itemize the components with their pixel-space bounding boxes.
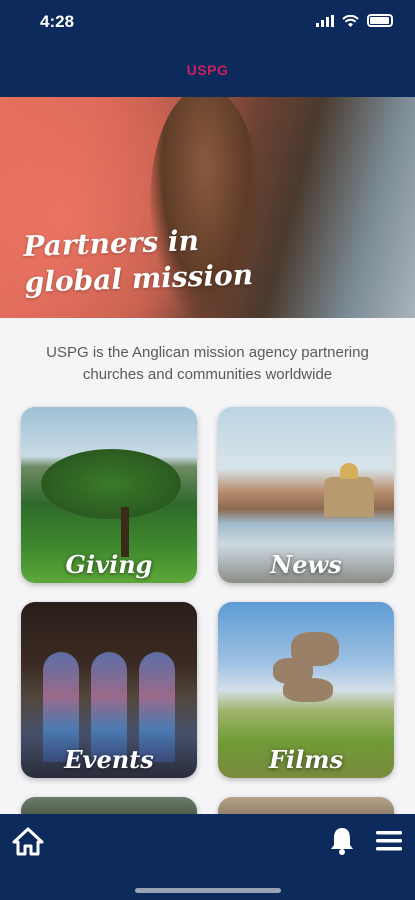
signal-icon	[316, 14, 334, 27]
bottom-nav	[0, 814, 415, 900]
tile-label-giving: Giving	[65, 550, 153, 579]
tile-label-news: News	[270, 550, 342, 579]
hero-banner: Partners in global mission	[0, 97, 415, 318]
hero-tagline: Partners in global mission	[23, 221, 254, 301]
tile-films[interactable]: Films	[218, 602, 394, 778]
bell-icon[interactable]	[328, 826, 356, 856]
tile-giving[interactable]: Giving	[21, 407, 197, 583]
balancing-rock-image	[273, 632, 343, 702]
tile-label-films: Films	[268, 745, 344, 774]
intro-text: USPG is the Anglican mission agency part…	[46, 344, 369, 383]
battery-icon	[367, 14, 393, 27]
home-icon[interactable]	[12, 826, 44, 856]
menu-icon[interactable]	[376, 830, 402, 852]
tile-events[interactable]: Events	[21, 602, 197, 778]
status-time: 4:28	[40, 12, 75, 31]
tile-news[interactable]: News	[218, 407, 394, 583]
wifi-icon	[342, 14, 359, 27]
home-indicator	[135, 888, 281, 893]
tree-image	[41, 449, 181, 519]
temple-image	[324, 463, 374, 517]
status-icons	[316, 14, 393, 27]
status-bar: 4:28	[0, 0, 415, 46]
tile-label-events: Events	[64, 745, 154, 774]
app-header: USPG	[0, 46, 415, 97]
page-title: USPG	[186, 62, 229, 78]
